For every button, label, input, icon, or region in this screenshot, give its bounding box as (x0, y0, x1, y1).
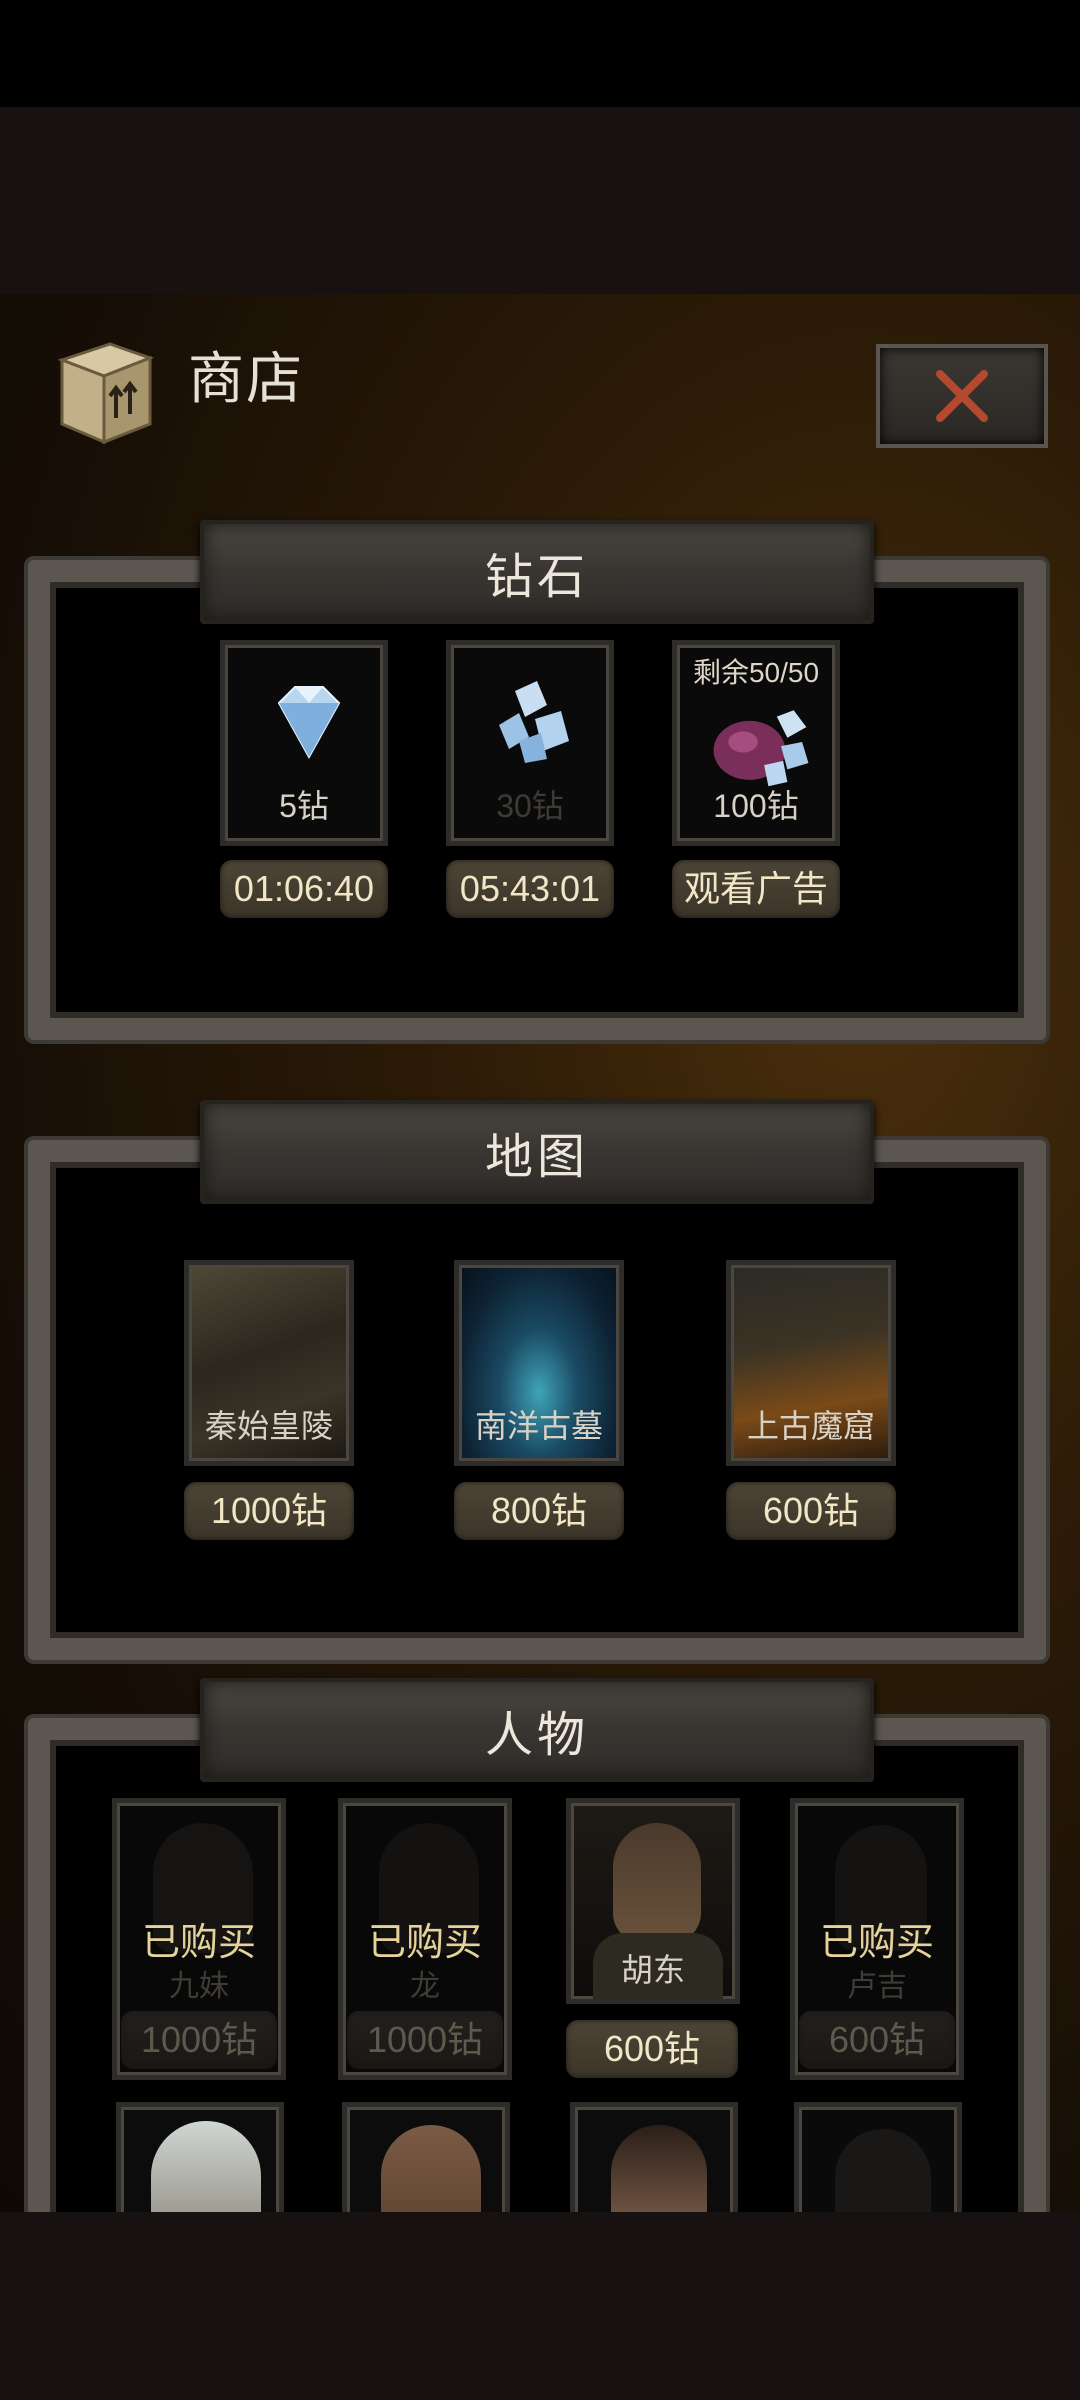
watch-ad-button[interactable]: 观看广告 (672, 860, 840, 918)
character-card: 已购买 九妹 1000钻 (112, 1798, 286, 2080)
section-title: 钻石 (484, 551, 589, 604)
section-title: 人物 (484, 1709, 589, 1762)
map-price-button[interactable]: 1000钻 (184, 1482, 354, 1540)
map-item-3[interactable]: 上古魔窟 600钻 (726, 1260, 896, 1550)
remaining-count: 剩余50/50 (692, 657, 820, 688)
portrait-face (381, 2125, 481, 2212)
diamond-pile-icon (499, 681, 569, 763)
status-bar (0, 0, 1080, 107)
character-name: 龙 (410, 1970, 440, 2003)
character-plaque: 人物 (200, 1678, 874, 1782)
purchased-status: 已购买 (141, 1922, 256, 1964)
diamond-item-1[interactable]: 5钻 01:06:40 (220, 640, 388, 920)
page-title: 商店 (188, 347, 304, 410)
character-name: 卢吉 (847, 1970, 907, 2003)
map-name: 上古魔窟 (746, 1408, 875, 1444)
character-item-4[interactable]: 已购买 卢吉 600钻 (790, 1798, 964, 2080)
map-card: 上古魔窟 (726, 1260, 896, 1466)
diamond-item-2[interactable]: 30钻 05:43:01 (446, 640, 614, 920)
map-name: 秦始皇陵 (204, 1408, 333, 1444)
character-price: 600钻 (799, 2011, 955, 2069)
character-price: 1000钻 (347, 2011, 503, 2069)
map-item-1[interactable]: 秦始皇陵 1000钻 (184, 1260, 354, 1550)
portrait-face (151, 2121, 261, 2212)
character-name: 九妹 (169, 1970, 229, 2003)
character-card: 胡东 (566, 1798, 740, 2004)
character-card-partial[interactable] (342, 2102, 510, 2212)
diamond-card: 5钻 (220, 640, 388, 846)
map-plaque: 地图 (200, 1100, 874, 1204)
diamond-amount: 30钻 (496, 788, 564, 824)
diamond-card: 剩余50/50 100钻 (672, 640, 840, 846)
character-item-2[interactable]: 已购买 龙 1000钻 (338, 1798, 512, 2080)
map-name: 南洋古墓 (474, 1408, 603, 1444)
map-card: 南洋古墓 (454, 1260, 624, 1466)
top-letterbox (0, 107, 1080, 294)
diamond-plaque: 钻石 (200, 520, 874, 624)
character-card-partial[interactable] (116, 2102, 284, 2212)
diamond-timer-button[interactable]: 01:06:40 (220, 860, 388, 918)
character-item-1[interactable]: 已购买 九妹 1000钻 (112, 1798, 286, 2080)
portrait-face (611, 2125, 707, 2212)
purchased-status: 已购买 (819, 1922, 934, 1964)
character-card: 已购买 龙 1000钻 (338, 1798, 512, 2080)
close-button[interactable] (876, 344, 1048, 448)
character-card-partial[interactable] (570, 2102, 738, 2212)
diamond-bag-icon (713, 710, 809, 787)
section-title: 地图 (484, 1131, 589, 1184)
diamond-card: 30钻 (446, 640, 614, 846)
map-section: 地图 秦始皇陵 1000钻 南洋古墓 800钻 上古魔窟 600钻 (28, 1100, 1046, 1660)
character-section: 人物 已购买 九妹 1000钻 已购买 龙 1000钻 胡东 600钻 已购买 … (28, 1678, 1046, 2212)
character-price: 1000钻 (121, 2011, 277, 2069)
diamond-section: 钻石 5钻 01:06:40 30钻 05:43:01 剩余50/50 100钻… (28, 520, 1046, 1040)
character-card: 已购买 卢吉 600钻 (790, 1798, 964, 2080)
character-name: 胡东 (620, 1952, 685, 1988)
diamond-amount: 100钻 (713, 788, 799, 824)
portrait-face (613, 1823, 701, 1943)
close-x-icon (936, 370, 988, 422)
diamond-timer-button[interactable]: 05:43:01 (446, 860, 614, 918)
diamond-amount: 5钻 (279, 788, 329, 824)
shop-screen: 商店 钻石 5钻 01:06:40 30钻 05:43:01 剩余50/50 1… (0, 294, 1080, 2212)
bottom-letterbox (0, 2212, 1080, 2400)
map-price-button[interactable]: 800钻 (454, 1482, 624, 1540)
character-price-button[interactable]: 600钻 (566, 2020, 738, 2078)
diamond-item-3[interactable]: 剩余50/50 100钻 观看广告 (672, 640, 840, 920)
diamond-icon (277, 686, 341, 760)
map-price-button[interactable]: 600钻 (726, 1482, 896, 1540)
map-item-2[interactable]: 南洋古墓 800钻 (454, 1260, 624, 1550)
portrait-silhouette (835, 2129, 931, 2212)
purchased-status: 已购买 (367, 1922, 482, 1964)
shop-box-icon (48, 338, 158, 446)
character-card-partial[interactable] (794, 2102, 962, 2212)
map-card: 秦始皇陵 (184, 1260, 354, 1466)
character-item-3[interactable]: 胡东 600钻 (566, 1798, 740, 2080)
